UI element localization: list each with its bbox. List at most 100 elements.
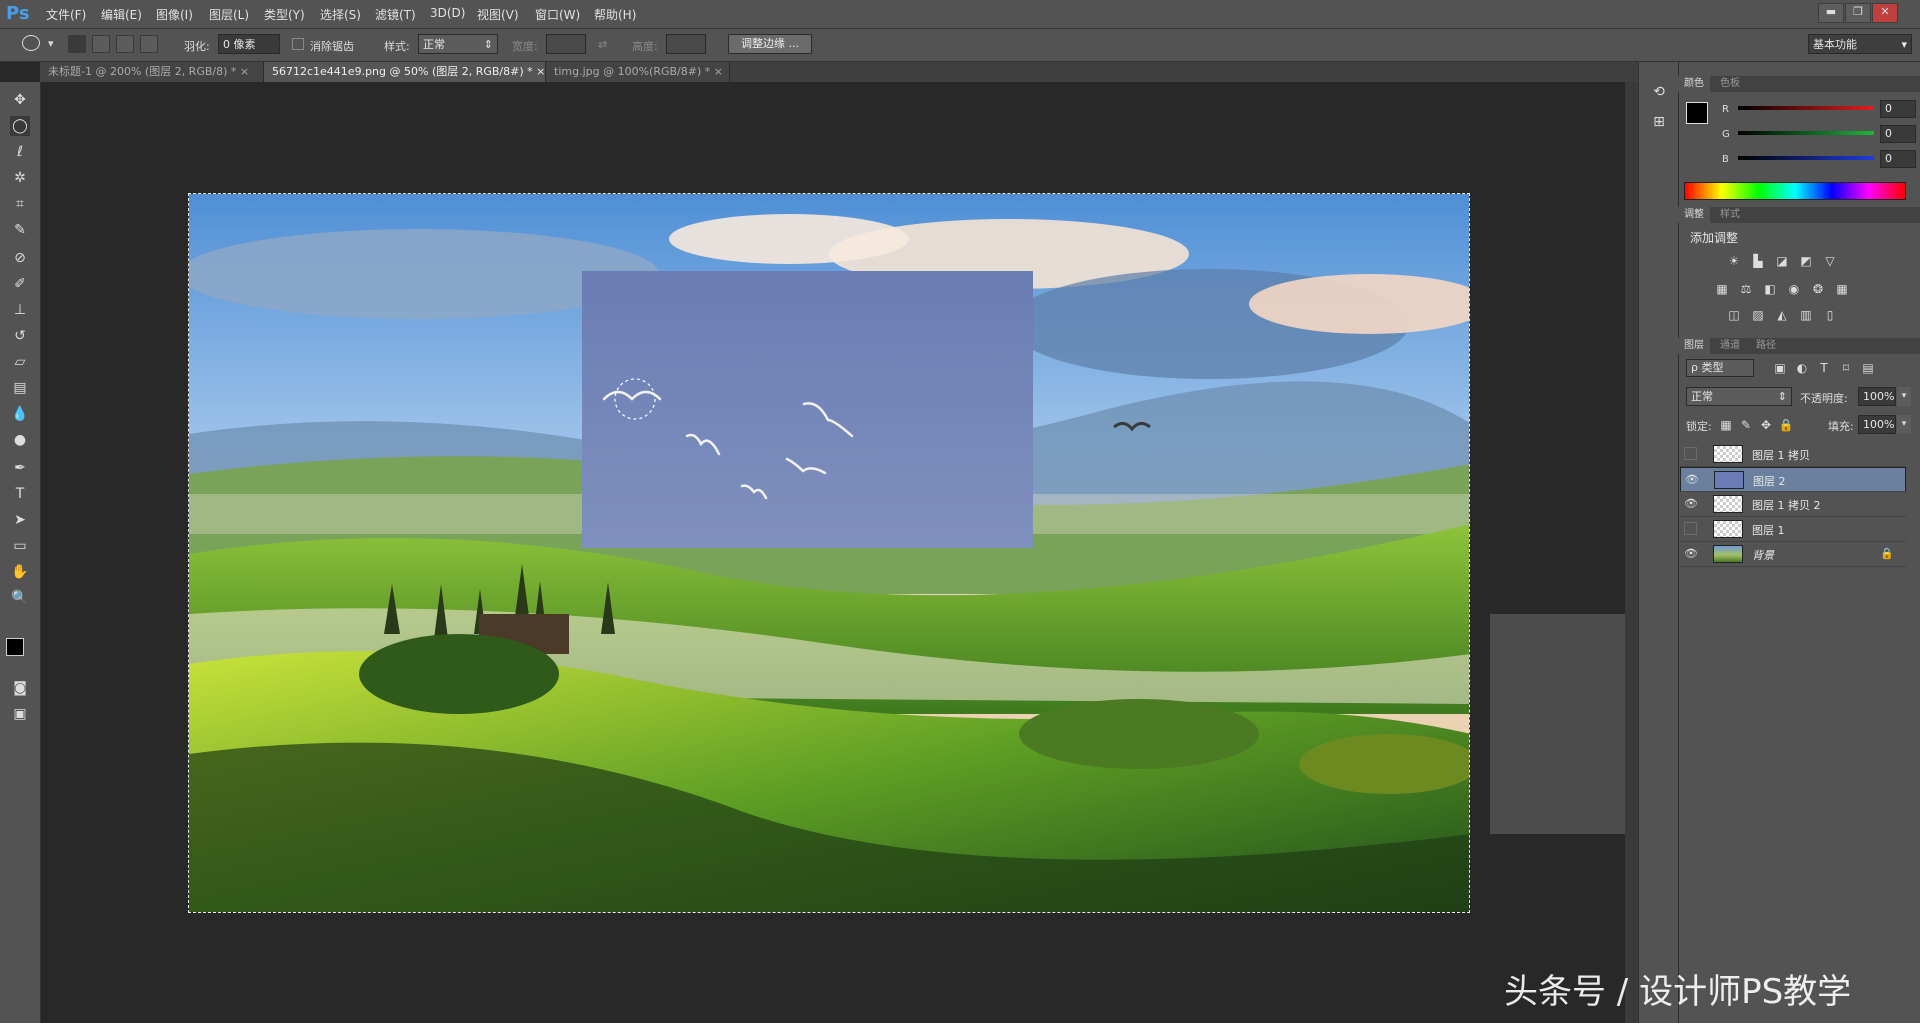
channel-g-input[interactable]: 0	[1880, 125, 1916, 143]
menu-view[interactable]: 视图(V)	[477, 6, 519, 23]
lock-pixels-icon[interactable]: ✎	[1738, 418, 1754, 432]
eyedropper-tool[interactable]: ✎	[10, 220, 30, 240]
filter-pixel-icon[interactable]: ▣	[1772, 361, 1788, 375]
menu-filter[interactable]: 滤镜(T)	[375, 6, 416, 23]
close-window-button[interactable]: ✕	[1872, 3, 1898, 23]
quick-mask-button[interactable]: ◙	[10, 678, 30, 698]
curves-icon[interactable]: ◪	[1774, 254, 1790, 268]
menu-window[interactable]: 窗口(W)	[535, 6, 580, 23]
width-input[interactable]	[546, 34, 586, 54]
opacity-input[interactable]: 100%	[1858, 387, 1896, 406]
tool-preset-picker[interactable]	[22, 35, 40, 51]
magic-wand-tool[interactable]: ✲	[10, 168, 30, 188]
intersect-selection-button[interactable]	[140, 35, 158, 53]
tab-swatches[interactable]: 色板	[1714, 76, 1746, 92]
opacity-dropdown[interactable]: ▾	[1897, 387, 1911, 406]
eye-icon[interactable]: 👁	[1684, 547, 1698, 561]
feather-input[interactable]: 0 像素	[218, 34, 280, 54]
channel-b-slider[interactable]	[1738, 156, 1874, 160]
refine-edge-button[interactable]: 调整边缘 ...	[728, 34, 812, 54]
color-spectrum-bar[interactable]	[1684, 182, 1906, 200]
color-lookup-icon[interactable]: ▦	[1834, 282, 1850, 296]
restore-button[interactable]: ❐	[1845, 3, 1871, 23]
history-brush-tool[interactable]: ↺	[10, 326, 30, 346]
eye-icon[interactable]: 👁	[1685, 473, 1699, 487]
black-white-icon[interactable]: ◧	[1762, 282, 1778, 296]
layer-row[interactable]: 👁 图层 2	[1680, 467, 1906, 492]
color-balance-icon[interactable]: ⚖	[1738, 282, 1754, 296]
zoom-tool[interactable]: 🔍	[10, 588, 30, 608]
photo-filter-icon[interactable]: ◉	[1786, 282, 1802, 296]
brush-tool[interactable]: ✐	[10, 274, 30, 294]
posterize-icon[interactable]: ▨	[1750, 308, 1766, 322]
selective-color-icon[interactable]: ▯	[1822, 308, 1838, 322]
channel-g-slider[interactable]	[1738, 131, 1874, 135]
gradient-tool[interactable]: ▤	[10, 378, 30, 398]
menu-file[interactable]: 文件(F)	[46, 6, 86, 23]
subtract-selection-button[interactable]	[116, 35, 134, 53]
filter-adjustment-icon[interactable]: ◐	[1794, 361, 1810, 375]
style-select[interactable]: 正常 ⇕	[418, 34, 498, 54]
layer-2-birds-region[interactable]	[582, 271, 1033, 548]
close-icon[interactable]: ×	[536, 65, 545, 78]
minimize-button[interactable]: ▬	[1818, 3, 1844, 23]
brightness-icon[interactable]: ☀	[1726, 254, 1742, 268]
menu-select[interactable]: 选择(S)	[320, 6, 361, 23]
vibrance-icon[interactable]: ▽	[1822, 254, 1838, 268]
channel-r-input[interactable]: 0	[1880, 100, 1916, 118]
clone-stamp-tool[interactable]: ⊥	[10, 300, 30, 320]
screen-mode-button[interactable]: ▣	[10, 704, 30, 724]
fill-dropdown[interactable]: ▾	[1897, 415, 1911, 434]
close-icon[interactable]: ×	[240, 65, 249, 78]
layer-visibility-toggle[interactable]	[1684, 447, 1697, 460]
channel-b-input[interactable]: 0	[1880, 150, 1916, 168]
tab-styles[interactable]: 样式	[1714, 207, 1746, 223]
menu-3d[interactable]: 3D(D)	[430, 6, 465, 20]
lasso-tool[interactable]: ℓ	[10, 142, 30, 162]
properties-panel-icon[interactable]: ⊞	[1647, 114, 1671, 136]
crop-tool[interactable]: ⌗	[10, 194, 30, 214]
workspace-select[interactable]: 基本功能 ▾	[1808, 34, 1912, 54]
layer-row[interactable]: 👁 背景 🔒	[1680, 542, 1906, 567]
layer-row[interactable]: 图层 1	[1680, 517, 1906, 542]
healing-brush-tool[interactable]: ⊘	[10, 248, 30, 268]
tab-paths[interactable]: 路径	[1750, 338, 1782, 354]
filter-shape-icon[interactable]: ⌑	[1838, 361, 1854, 375]
tab-document-1[interactable]: 未标题-1 @ 200% (图层 2, RGB/8) * ×	[40, 62, 264, 82]
tab-document-2[interactable]: 56712c1e441e9.png @ 50% (图层 2, RGB/8#) *…	[264, 62, 546, 82]
invert-icon[interactable]: ◫	[1726, 308, 1742, 322]
add-selection-button[interactable]	[92, 35, 110, 53]
blur-tool[interactable]: 💧	[10, 404, 30, 424]
lock-all-icon[interactable]: 🔒	[1778, 418, 1794, 432]
lock-position-icon[interactable]: ✥	[1758, 418, 1774, 432]
tab-document-3[interactable]: timg.jpg @ 100%(RGB/8#) * ×	[546, 62, 730, 82]
dodge-tool[interactable]: ●	[10, 430, 30, 450]
height-input[interactable]	[666, 34, 706, 54]
tab-color[interactable]: 颜色	[1678, 76, 1710, 92]
fill-input[interactable]: 100%	[1858, 415, 1896, 434]
filter-type-icon[interactable]: T	[1816, 361, 1832, 375]
move-tool[interactable]: ✥	[10, 90, 30, 110]
swap-icon[interactable]: ⇄	[598, 38, 607, 51]
channel-mixer-icon[interactable]: ❂	[1810, 282, 1826, 296]
blend-mode-select[interactable]: 正常 ⇕	[1686, 387, 1792, 406]
hand-tool[interactable]: ✋	[10, 562, 30, 582]
foreground-swatch[interactable]	[1686, 102, 1708, 124]
eraser-tool[interactable]: ▱	[10, 352, 30, 372]
layer-row[interactable]: 图层 1 拷贝	[1680, 442, 1906, 467]
lock-transparent-icon[interactable]: ▦	[1718, 418, 1734, 432]
document-vertical-scrollbar[interactable]	[1625, 82, 1638, 1023]
history-panel-icon[interactable]: ⟲	[1647, 84, 1671, 106]
layer-filter-select[interactable]: ρ 类型	[1686, 359, 1754, 377]
type-tool[interactable]: T	[10, 484, 30, 504]
filter-smart-object-icon[interactable]: ▤	[1860, 361, 1876, 375]
close-icon[interactable]: ×	[714, 65, 723, 78]
gradient-map-icon[interactable]: ▥	[1798, 308, 1814, 322]
new-selection-button[interactable]	[68, 35, 86, 53]
levels-icon[interactable]: ▙	[1750, 254, 1766, 268]
elliptical-marquee-tool[interactable]: ◯	[10, 116, 30, 136]
chevron-down-icon[interactable]: ▾	[48, 37, 54, 50]
eye-icon[interactable]: 👁	[1684, 497, 1698, 511]
tab-layers[interactable]: 图层	[1678, 338, 1710, 354]
menu-image[interactable]: 图像(I)	[156, 6, 193, 23]
